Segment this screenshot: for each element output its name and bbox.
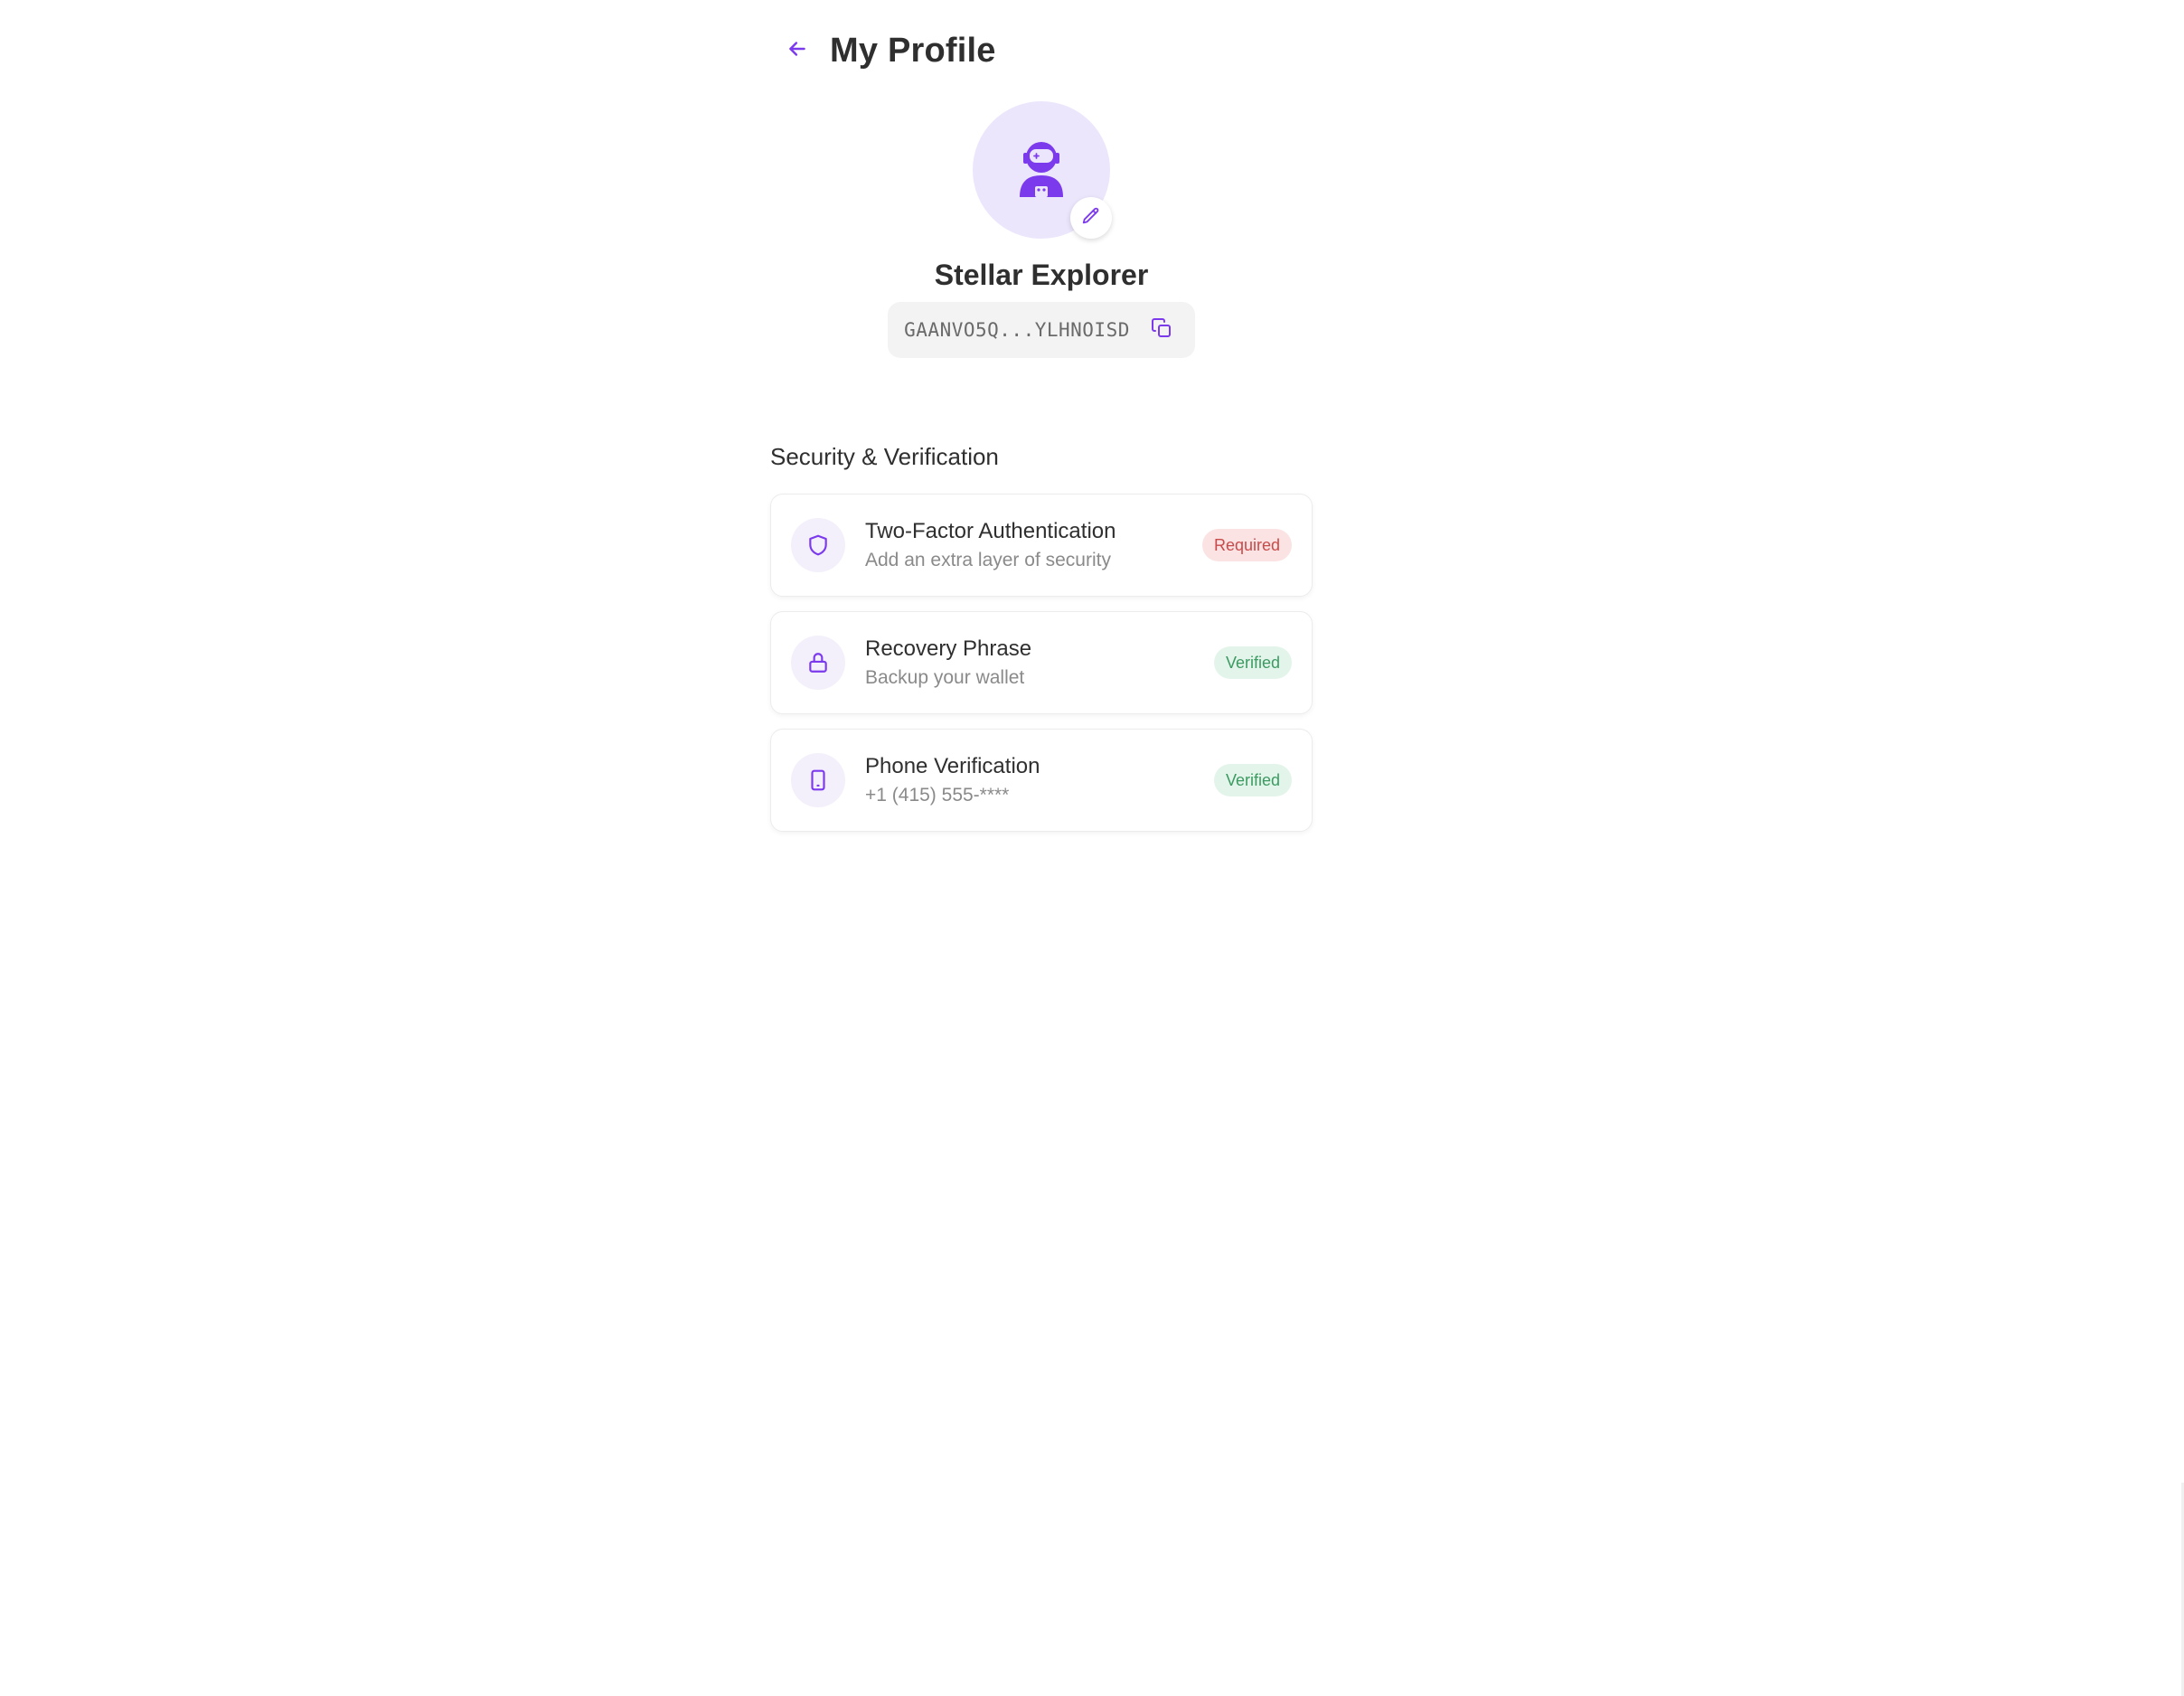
security-item-title: Phone Verification — [865, 753, 1040, 778]
security-item-text: Recovery Phrase Backup your wallet — [865, 636, 1214, 691]
status-badge: Verified — [1213, 764, 1292, 796]
phone-icon — [791, 753, 845, 807]
copy-address-button[interactable] — [1148, 316, 1175, 344]
security-item-recovery-phrase[interactable]: Recovery Phrase Backup your wallet Verif… — [770, 611, 1313, 714]
security-item-subtitle: Backup your wallet — [865, 666, 1025, 688]
wallet-address-pill: GAANVO5Q...YLHNOISD — [888, 302, 1195, 358]
page-title: My Profile — [830, 31, 996, 70]
profile-summary: Stellar Explorer GAANVO5Q...YLHNOISD — [770, 101, 1313, 358]
edit-avatar-button[interactable] — [1070, 197, 1112, 239]
security-item-text: Phone Verification +1 (415) 555-**** — [865, 753, 1214, 808]
section-title-security: Security & Verification — [770, 443, 999, 470]
security-item-subtitle: +1 (415) 555-**** — [865, 784, 1010, 806]
security-item-text: Two-Factor Authentication Add an extra l… — [865, 518, 1202, 573]
page-header: My Profile — [770, 27, 996, 74]
status-badge: Required — [1201, 529, 1292, 561]
security-item-title: Two-Factor Authentication — [865, 518, 1116, 543]
security-item-two-factor[interactable]: Two-Factor Authentication Add an extra l… — [770, 494, 1313, 597]
arrow-left-icon — [786, 37, 809, 65]
security-list: Two-Factor Authentication Add an extra l… — [770, 494, 1313, 846]
lock-icon — [791, 636, 845, 690]
astronaut-icon — [1014, 139, 1068, 202]
copy-icon — [1151, 317, 1172, 344]
status-badge: Verified — [1213, 646, 1292, 679]
display-name: Stellar Explorer — [934, 259, 1149, 291]
avatar[interactable] — [973, 101, 1112, 239]
security-item-title: Recovery Phrase — [865, 636, 1032, 661]
security-item-subtitle: Add an extra layer of security — [865, 549, 1111, 570]
back-button[interactable] — [774, 27, 821, 74]
wallet-address: GAANVO5Q...YLHNOISD — [904, 319, 1130, 341]
pencil-icon — [1081, 206, 1101, 231]
shield-icon — [791, 518, 845, 572]
security-item-phone-verification[interactable]: Phone Verification +1 (415) 555-**** Ver… — [770, 729, 1313, 832]
